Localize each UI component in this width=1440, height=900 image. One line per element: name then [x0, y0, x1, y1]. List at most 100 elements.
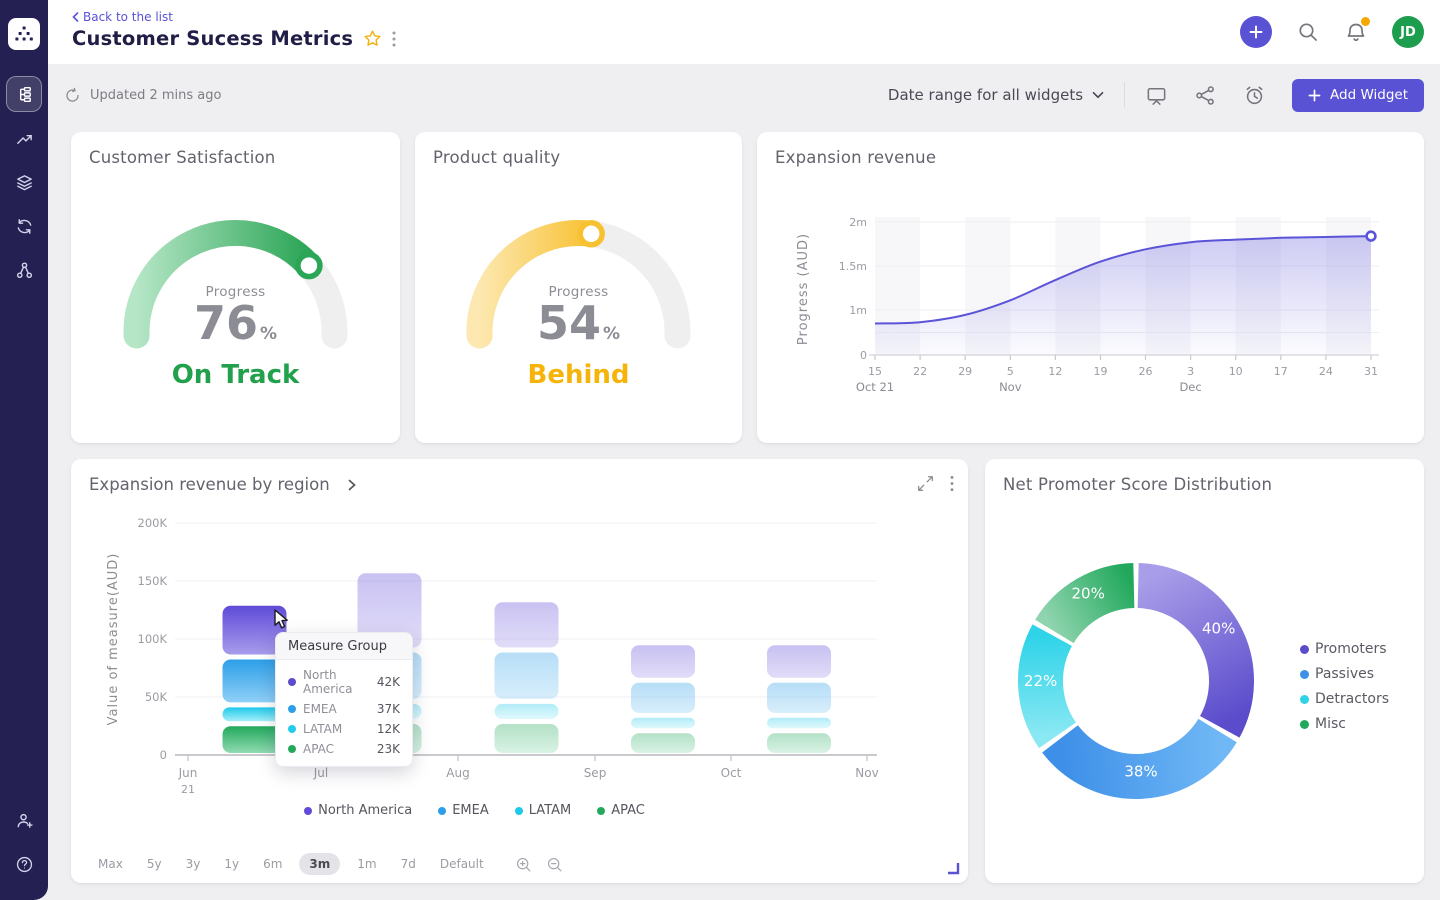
- range-button-1m[interactable]: 1m: [350, 853, 383, 875]
- help-button[interactable]: [6, 846, 42, 882]
- svg-text:26: 26: [1139, 365, 1153, 378]
- gauge-value: 54%: [415, 300, 742, 346]
- range-button-3y[interactable]: 3y: [179, 853, 208, 875]
- legend-item[interactable]: APAC: [597, 803, 645, 818]
- tree-structure-icon: [15, 85, 34, 104]
- legend-item[interactable]: Passives: [1300, 666, 1389, 682]
- tooltip-series-name: LATAM: [303, 722, 342, 736]
- tooltip-series-name: APAC: [303, 742, 334, 756]
- create-new-button[interactable]: [1240, 16, 1272, 48]
- dashboard-app: Back to the list Customer Sucess Metrics: [0, 0, 1440, 900]
- chevron-right-icon[interactable]: [348, 479, 356, 491]
- dashboard-toolbar: Updated 2 mins ago Date range for all wi…: [48, 64, 1440, 126]
- search-button[interactable]: [1296, 20, 1320, 44]
- legend-item[interactable]: North America: [304, 803, 412, 818]
- notifications-button[interactable]: [1344, 20, 1368, 44]
- legend-item[interactable]: Misc: [1300, 716, 1389, 732]
- resize-handle[interactable]: [945, 860, 960, 875]
- chart-legend: Promoters Passives Detractors Misc: [1300, 641, 1389, 732]
- tooltip-series-value: 42K: [377, 675, 400, 689]
- svg-text:50K: 50K: [145, 690, 168, 704]
- expand-icon[interactable]: [917, 475, 934, 492]
- tooltip-series-dot: [288, 725, 296, 733]
- gauge-value: 76%: [71, 300, 400, 346]
- legend-item[interactable]: Detractors: [1300, 691, 1389, 707]
- share-button[interactable]: [1194, 84, 1217, 107]
- svg-text:100K: 100K: [138, 632, 168, 646]
- favorite-star-icon[interactable]: [363, 29, 382, 48]
- range-button-max[interactable]: Max: [91, 853, 130, 875]
- last-updated-label: Updated 2 mins ago: [90, 88, 221, 103]
- tooltip-row: EMEA 37K: [276, 699, 412, 719]
- tooltip-series-value: 23K: [377, 742, 400, 756]
- tooltip-series-dot: [288, 745, 296, 753]
- legend-dot: [1300, 695, 1309, 704]
- zoom-out-icon[interactable]: [546, 856, 563, 873]
- svg-text:200K: 200K: [138, 516, 168, 530]
- zoom-in-icon[interactable]: [515, 856, 532, 873]
- avatar[interactable]: JD: [1392, 16, 1424, 48]
- add-widget-button[interactable]: Add Widget: [1292, 79, 1424, 112]
- svg-text:21: 21: [181, 783, 195, 796]
- sidebar-item-dashboards[interactable]: [6, 76, 42, 112]
- widget-product-quality: Product quality Progress 54% Behind: [415, 132, 742, 443]
- page-title: Customer Sucess Metrics: [72, 27, 353, 50]
- schedule-button[interactable]: [1243, 84, 1266, 107]
- chart-legend: North America EMEA LATAM APAC: [71, 803, 878, 818]
- widget-nps-distribution: Net Promoter Score Distribution 40%38%22…: [985, 459, 1424, 883]
- stacked-bar-chart: Jun21JulAugSepOctNov050K100K150K200KValu…: [71, 459, 968, 799]
- range-button-7d[interactable]: 7d: [394, 853, 423, 875]
- svg-text:17: 17: [1274, 365, 1288, 378]
- widget-customer-satisfaction: Customer Satisfaction Progress 76% On Tr…: [71, 132, 400, 443]
- content: Updated 2 mins ago Date range for all wi…: [48, 64, 1440, 900]
- svg-text:Value of measure(AUD): Value of measure(AUD): [106, 553, 121, 726]
- invite-user-button[interactable]: [6, 802, 42, 838]
- back-link-label: Back to the list: [83, 10, 173, 24]
- legend-item[interactable]: LATAM: [515, 803, 571, 818]
- legend-label: LATAM: [529, 803, 571, 818]
- svg-text:Progress (AUD): Progress (AUD): [796, 233, 811, 345]
- widget-title: Net Promoter Score Distribution: [1003, 475, 1272, 494]
- svg-text:24: 24: [1319, 365, 1333, 378]
- range-button-3m[interactable]: 3m: [299, 853, 340, 875]
- app-logo-icon: [14, 24, 34, 44]
- sidebar-item-metrics[interactable]: [6, 120, 42, 156]
- kebab-menu-icon[interactable]: [950, 475, 954, 492]
- widget-expansion-by-region: Expansion revenue by region Jun21JulAugS…: [71, 459, 968, 883]
- chart-tooltip: Measure Group North America 42K EMEA 37K…: [275, 632, 413, 767]
- widget-title: Expansion revenue: [775, 148, 936, 167]
- legend-dot: [515, 807, 523, 815]
- sidebar-item-integrations[interactable]: [6, 252, 42, 288]
- tooltip-series-name: EMEA: [303, 702, 337, 716]
- tooltip-series-dot: [288, 705, 296, 713]
- zoom-buttons: [515, 856, 563, 873]
- range-button-1y[interactable]: 1y: [217, 853, 246, 875]
- widget-title: Product quality: [433, 148, 560, 167]
- legend-item[interactable]: Promoters: [1300, 641, 1389, 657]
- widget-expansion-revenue: Expansion revenue 1522295121926310172431…: [757, 132, 1424, 443]
- mouse-cursor: [271, 609, 291, 631]
- svg-text:Nov: Nov: [855, 766, 878, 780]
- presentation-mode-button[interactable]: [1145, 84, 1168, 107]
- svg-text:29: 29: [958, 365, 972, 378]
- back-link[interactable]: Back to the list: [72, 10, 173, 24]
- sidebar-item-sync[interactable]: [6, 208, 42, 244]
- svg-text:20%: 20%: [1072, 584, 1105, 602]
- sidebar-item-datasets[interactable]: [6, 164, 42, 200]
- tooltip-series-name: North America: [303, 668, 370, 696]
- range-button-5y[interactable]: 5y: [140, 853, 169, 875]
- share-nodes-icon: [1194, 84, 1217, 107]
- range-button-6m[interactable]: 6m: [256, 853, 289, 875]
- chevron-left-icon: [72, 12, 79, 22]
- svg-text:0: 0: [860, 349, 867, 362]
- widget-title-row: Expansion revenue by region: [89, 475, 356, 494]
- search-icon: [1296, 20, 1320, 44]
- notification-badge: [1361, 17, 1370, 26]
- date-range-select[interactable]: Date range for all widgets: [888, 86, 1104, 104]
- title-row: Customer Sucess Metrics: [72, 27, 396, 50]
- svg-text:Nov: Nov: [999, 380, 1022, 394]
- legend-item[interactable]: EMEA: [438, 803, 489, 818]
- person-add-icon: [15, 811, 34, 830]
- range-button-default[interactable]: Default: [433, 853, 491, 875]
- title-menu-button[interactable]: [392, 30, 396, 48]
